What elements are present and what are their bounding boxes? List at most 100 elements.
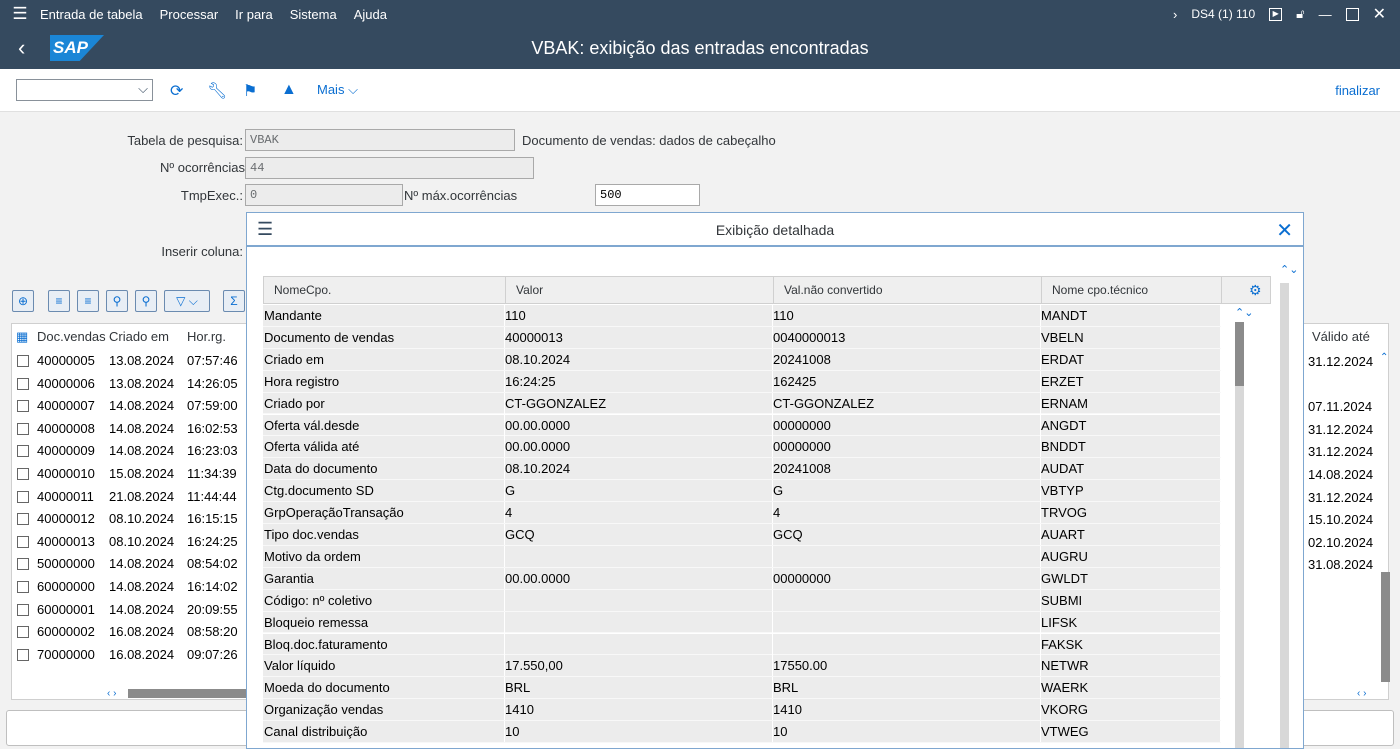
- col-header-valor[interactable]: Valor: [506, 277, 774, 303]
- detail-row[interactable]: Canal distribuição 10 10 VTWEG: [263, 721, 1221, 743]
- row-checkbox[interactable]: [17, 490, 29, 503]
- menu-item-sistema[interactable]: Sistema: [290, 7, 337, 22]
- col-header-criado-em[interactable]: Criado em: [109, 324, 169, 350]
- row-checkbox[interactable]: [17, 445, 29, 458]
- value-cell: 40000013: [505, 326, 773, 348]
- grid-scroll-up-icon[interactable]: ⌃⌄: [1235, 306, 1253, 319]
- row-checkbox[interactable]: [17, 603, 29, 616]
- row-checkbox[interactable]: [17, 468, 29, 480]
- filter-icon[interactable]: ▽ ⌵: [164, 290, 210, 312]
- table-row[interactable]: 60000000 14.08.2024 16:14:02: [12, 576, 252, 599]
- table-row[interactable]: 40000007 14.08.2024 07:59:00: [12, 395, 252, 418]
- table-row[interactable]: 40000013 08.10.2024 16:24:25: [12, 531, 252, 554]
- table-row[interactable]: 40000012 08.10.2024 16:15:15: [12, 508, 252, 531]
- flag-icon[interactable]: ⚑: [243, 81, 257, 101]
- zoom-details-icon[interactable]: ⊕: [12, 290, 34, 312]
- detail-row[interactable]: Criado por CT-GGONZALEZ CT-GGONZALEZ ERNAM: [263, 392, 1221, 415]
- horizontal-scrollbar[interactable]: [128, 689, 258, 698]
- table-row[interactable]: 40000009 14.08.2024 16:23:03: [12, 440, 252, 463]
- close-window-icon[interactable]: ✕: [1373, 4, 1386, 24]
- minimize-icon[interactable]: —: [1319, 7, 1332, 22]
- row-checkbox[interactable]: [17, 535, 29, 548]
- table-row[interactable]: 40000005 13.08.2024 07:57:46: [12, 350, 252, 373]
- row-checkbox[interactable]: [17, 513, 29, 526]
- detail-row[interactable]: Oferta válida até 00.00.0000 00000000 BNDDT: [263, 436, 1221, 459]
- wrench-icon[interactable]: 🔧︎: [207, 81, 227, 101]
- detail-row[interactable]: Bloqueio remessa LIFSK: [263, 611, 1221, 634]
- scroll-left-right-icon[interactable]: ‹ ›: [107, 688, 116, 699]
- row-checkbox[interactable]: [17, 648, 29, 661]
- gear-icon[interactable]: ⚙: [1249, 282, 1262, 299]
- detail-row[interactable]: Data do documento 08.10.2024 20241008 AUDAT: [263, 458, 1221, 481]
- menu-item-entrada-de-tabela[interactable]: Entrada de tabela: [40, 7, 143, 22]
- table-field[interactable]: VBAK: [245, 129, 515, 151]
- search-icon[interactable]: ⚲: [106, 290, 128, 312]
- more-menu[interactable]: Mais ⌵: [317, 82, 358, 98]
- vertical-scrollbar-thumb[interactable]: [1381, 572, 1390, 682]
- play-icon[interactable]: ▶: [1269, 7, 1283, 21]
- scroll-right-icon[interactable]: ‹ ›: [1357, 688, 1366, 699]
- unlock-icon[interactable]: 🔓︎: [1296, 6, 1304, 22]
- col-header-valido-ate[interactable]: Válido até: [1312, 324, 1370, 350]
- detail-row[interactable]: Criado em 08.10.2024 20241008 ERDAT: [263, 348, 1221, 371]
- row-checkbox[interactable]: [17, 558, 29, 571]
- detail-row[interactable]: Código: nº coletivo SUBMI: [263, 589, 1221, 612]
- table-row[interactable]: 60000001 14.08.2024 20:09:55: [12, 599, 252, 622]
- detail-row[interactable]: Moeda do documento BRL BRL WAERK: [263, 677, 1221, 700]
- table-row[interactable]: 50000000 14.08.2024 08:54:02: [12, 553, 252, 576]
- detail-row[interactable]: Valor líquido 17.550,00 17550.00 NETWR: [263, 655, 1221, 678]
- menu-item-processar[interactable]: Processar: [160, 7, 219, 22]
- row-checkbox[interactable]: [17, 377, 29, 390]
- detail-row[interactable]: Garantia 00.00.0000 00000000 GWLDT: [263, 567, 1221, 590]
- hamburger-menu-icon[interactable]: ☰: [0, 4, 40, 24]
- detail-row[interactable]: Tipo doc.vendas GCQ GCQ AUART: [263, 524, 1221, 546]
- detail-row[interactable]: Mandante 110 110 MANDT: [263, 305, 1221, 327]
- grid-scrollbar[interactable]: [1235, 322, 1244, 748]
- search-next-icon[interactable]: ⚲: [135, 290, 157, 312]
- detail-row[interactable]: Motivo da ordem AUGRU: [263, 545, 1221, 568]
- table-row[interactable]: 40000006 13.08.2024 14:26:05: [12, 373, 252, 396]
- max-count-field[interactable]: 500: [595, 184, 700, 206]
- col-header-hor-rg[interactable]: Hor.rg.: [187, 324, 226, 350]
- detail-row[interactable]: Hora registro 16:24:25 162425 ERZET: [263, 370, 1221, 393]
- detail-row[interactable]: Bloq.doc.faturamento FAKSK: [263, 633, 1221, 656]
- chevron-right-icon[interactable]: ›: [1173, 7, 1177, 22]
- command-combo[interactable]: ⌵: [16, 79, 153, 101]
- col-header-doc-vendas[interactable]: Doc.vendas: [37, 324, 106, 350]
- detail-row[interactable]: Oferta vál.desde 00.00.0000 00000000 ANGDT: [263, 414, 1221, 437]
- detail-row[interactable]: Ctg.documento SD G G VBTYP: [263, 480, 1221, 503]
- scroll-up-icon[interactable]: ⌃: [1380, 352, 1388, 363]
- table-row[interactable]: 60000002 16.08.2024 08:58:20: [12, 621, 252, 644]
- sum-icon[interactable]: Σ: [223, 290, 245, 312]
- count-field[interactable]: 44: [245, 157, 534, 179]
- row-checkbox[interactable]: [17, 626, 29, 639]
- refresh-icon[interactable]: ⟳: [170, 81, 183, 101]
- table-row[interactable]: 40000011 21.08.2024 11:44:44: [12, 486, 252, 509]
- dialog-scroll-up-icon[interactable]: ⌃⌄: [1280, 263, 1298, 276]
- col-header-nome-cpo[interactable]: NomeCpo.: [264, 277, 506, 303]
- runtime-field[interactable]: 0: [245, 184, 403, 206]
- bell-icon[interactable]: ▲: [281, 81, 297, 99]
- detail-row[interactable]: GrpOperaçãoTransação 4 4 TRVOG: [263, 502, 1221, 524]
- table-row[interactable]: 40000010 15.08.2024 11:34:39: [12, 463, 252, 486]
- detail-row[interactable]: Documento de vendas 40000013 0040000013 VBE…: [263, 326, 1221, 349]
- col-header-nome-cpo-tecnico[interactable]: Nome cpo.técnico: [1042, 277, 1222, 303]
- sort-descending-icon[interactable]: ≡: [77, 290, 99, 312]
- menu-item-ajuda[interactable]: Ajuda: [354, 7, 387, 22]
- row-checkbox[interactable]: [17, 355, 29, 367]
- menu-item-ir-para[interactable]: Ir para: [235, 7, 273, 22]
- field-name-cell: Oferta válida até: [263, 436, 505, 458]
- row-checkbox[interactable]: [17, 422, 29, 435]
- row-checkbox[interactable]: [17, 400, 29, 413]
- grid-scrollbar-thumb[interactable]: [1235, 322, 1244, 386]
- restore-icon[interactable]: [1345, 7, 1359, 21]
- exit-button[interactable]: finalizar: [1335, 83, 1380, 98]
- sort-ascending-icon[interactable]: ≡: [48, 290, 70, 312]
- col-header-val-nao-convertido[interactable]: Val.não convertido: [774, 277, 1042, 303]
- table-row[interactable]: 40000008 14.08.2024 16:02:53: [12, 418, 252, 441]
- detail-row[interactable]: Organização vendas 1410 1410 VKORG: [263, 699, 1221, 722]
- close-icon[interactable]: ✕: [1276, 218, 1293, 243]
- row-checkbox[interactable]: [17, 581, 29, 593]
- grid-settings-icon[interactable]: ▦: [16, 324, 28, 350]
- table-row[interactable]: 70000000 16.08.2024 09:07:26: [12, 644, 252, 667]
